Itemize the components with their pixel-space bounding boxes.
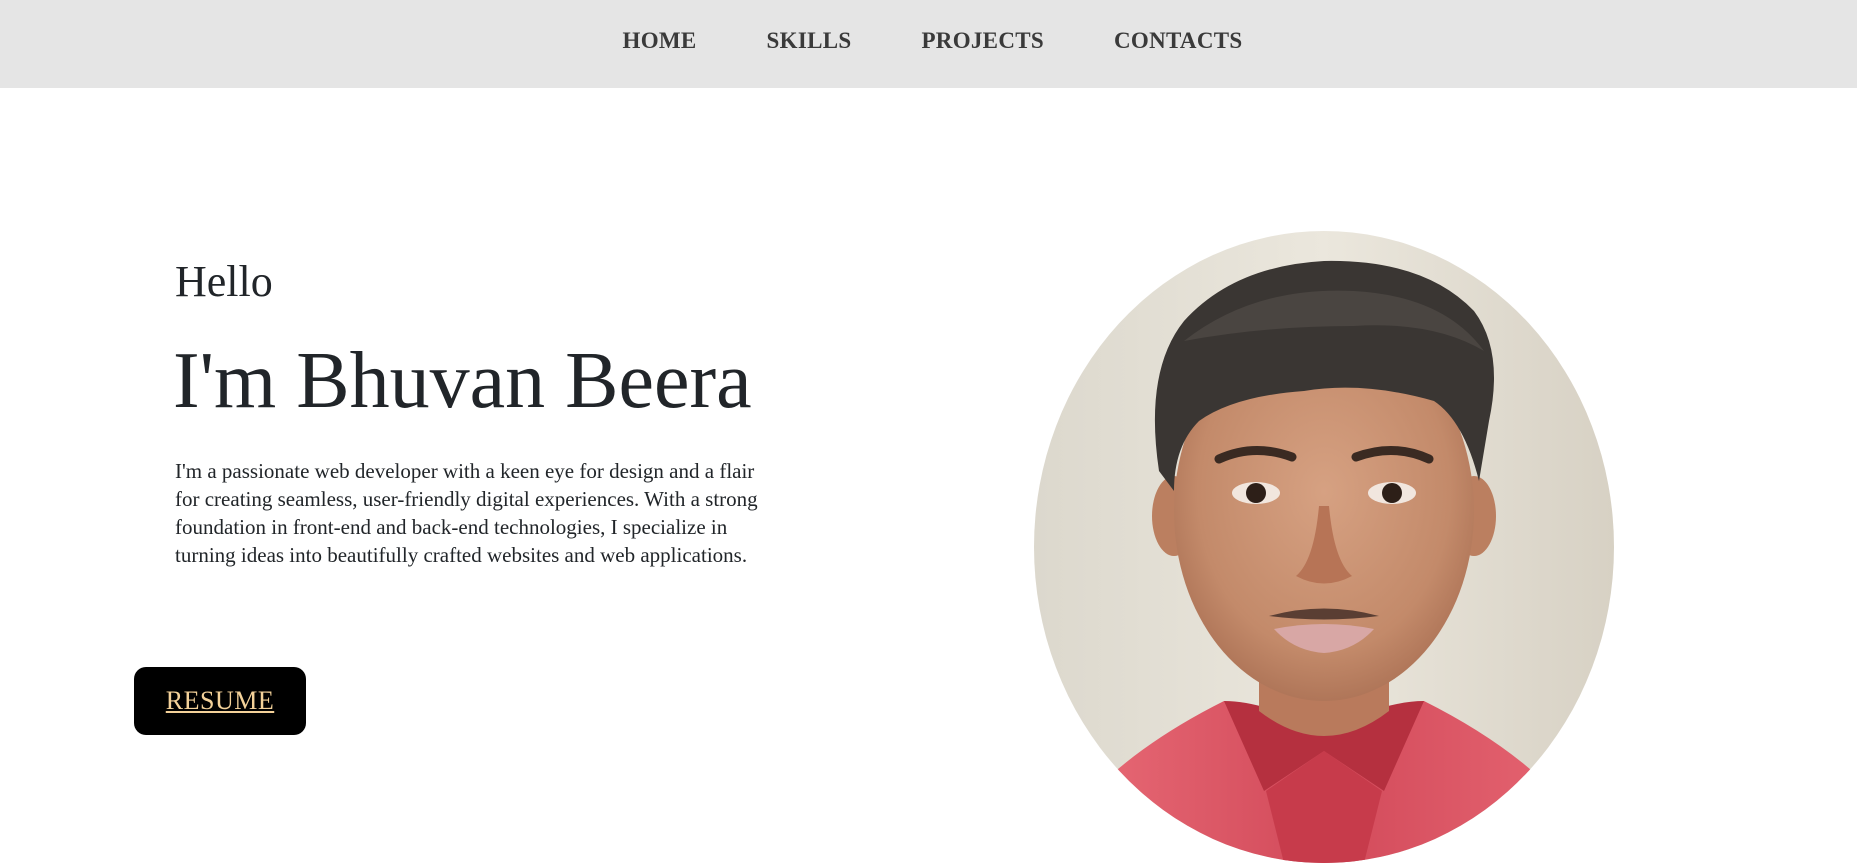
nav-projects-link[interactable]: PROJECTS (921, 28, 1044, 54)
hero-greeting: Hello (175, 257, 273, 306)
resume-button-label: RESUME (165, 686, 275, 715)
nav-contacts-link[interactable]: CONTACTS (1114, 28, 1243, 54)
resume-button[interactable]: RESUME (134, 667, 306, 735)
nav-skills-link[interactable]: SKILLS (767, 28, 852, 54)
nav-home-link[interactable]: HOME (623, 28, 697, 54)
navbar: HOME SKILLS PROJECTS CONTACTS (0, 0, 1857, 88)
profile-photo (1034, 231, 1614, 863)
hero-name: I'm Bhuvan Beera (173, 337, 752, 425)
nav-links: HOME SKILLS PROJECTS CONTACTS (0, 0, 1857, 82)
hero-bio: I'm a passionate web developer with a ke… (175, 459, 758, 567)
